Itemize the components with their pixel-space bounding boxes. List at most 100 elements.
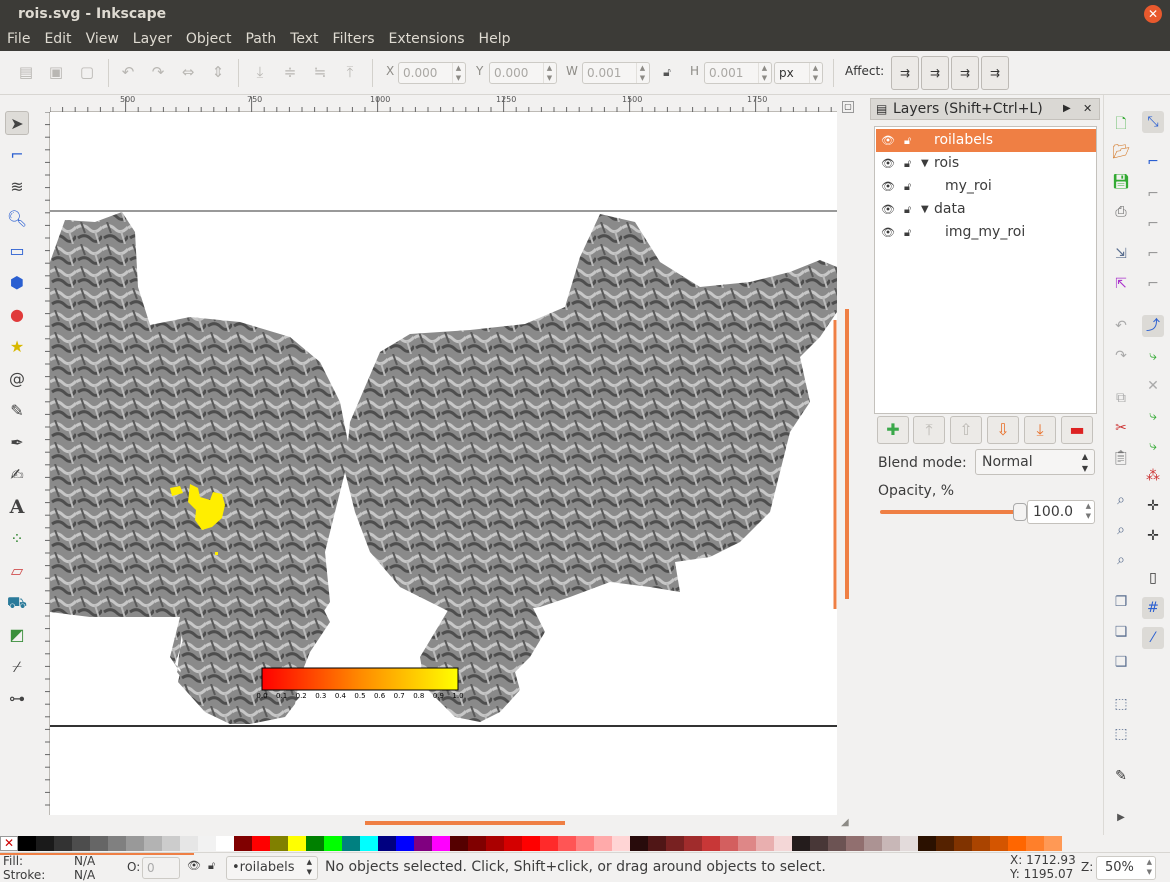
x-field[interactable]: 0.000 ▲ ▼ [398,62,466,84]
palette-swatch[interactable] [954,836,972,851]
flip-horizontal-icon[interactable]: ⇔ [178,62,198,82]
snap-nodes-icon[interactable]: ⤴ [1142,315,1164,337]
palette-swatch[interactable] [486,836,504,851]
layer-row-img-my-roi[interactable]: 👁︎ 🔓︎ img_my_roi [876,221,1096,244]
export-icon[interactable]: ⇱ [1110,273,1132,295]
layer-row-roilabels[interactable]: 👁︎ 🔓︎ roilabels [876,129,1096,152]
panel-close-icon[interactable]: ✕ [1083,99,1092,119]
layer-lock-icon[interactable]: 🔓︎ [208,859,215,873]
h-field[interactable]: 0.001 ▲ ▼ [704,62,772,84]
snap-bbox-midpoint-icon[interactable]: ⌐ [1142,243,1164,265]
drawing-canvas[interactable]: 0.0 0.1 0.2 0.3 0.4 0.5 0.6 0.7 0.8 0.9 1.0 [50,112,837,815]
rotate-ccw-icon[interactable]: ↶ [118,62,138,82]
more-commands-icon[interactable]: ▶ [1110,807,1132,829]
ungroup-icon[interactable]: ⬚ [1110,723,1132,745]
palette-swatch[interactable] [846,836,864,851]
raise-layer-button[interactable]: ⇧ [950,416,982,444]
palette-swatch[interactable] [198,836,216,851]
tweak-tool-icon[interactable]: ≋ [5,175,29,199]
palette-swatch[interactable] [594,836,612,851]
spin-arrows-icon[interactable]: ▲ ▼ [1147,857,1152,877]
palette-swatch[interactable] [756,836,774,851]
affect-patterns-button[interactable]: ⇉ [981,56,1009,90]
canvas-horizontal-scrollbar[interactable] [50,815,837,835]
import-icon[interactable]: ⇲ [1110,243,1132,265]
palette-swatch[interactable] [774,836,792,851]
palette-swatch[interactable] [990,836,1008,851]
snap-cusp-icon[interactable]: ⤷ [1142,405,1164,427]
cut-icon[interactable]: ✂ [1110,417,1132,439]
w-field[interactable]: 0.001 ▲ ▼ [582,62,650,84]
fill-stroke-icon[interactable]: ✎ [1110,765,1132,787]
snap-bbox-corner-icon[interactable]: ⌐ [1142,213,1164,235]
palette-swatch[interactable] [270,836,288,851]
menu-file[interactable]: File [0,28,37,51]
raise-to-top-button[interactable]: ⤒ [913,416,945,444]
palette-swatch[interactable] [576,836,594,851]
palette-swatch[interactable] [180,836,198,851]
snap-rotation-center-icon[interactable]: ✛ [1142,525,1164,547]
opacity-field[interactable]: 100.0 ▲ ▼ [1027,500,1095,524]
palette-swatch[interactable] [864,836,882,851]
expander-icon[interactable]: ▼ [921,198,929,221]
palette-swatch[interactable] [648,836,666,851]
connector-tool-icon[interactable]: ⊶ [5,687,29,711]
zoom-field[interactable]: 50% ▲ ▼ [1096,856,1156,880]
layer-row-data[interactable]: 👁︎ 🔓︎ ▼ data [876,198,1096,221]
lock-ratio-icon[interactable]: 🔓︎ [657,62,677,82]
layer-visibility-eye-icon[interactable]: 👁︎ [187,859,201,872]
palette-swatch[interactable] [324,836,342,851]
palette-swatch[interactable] [828,836,846,851]
spin-arrows-icon[interactable]: ▲ ▼ [1086,501,1091,521]
palette-swatch[interactable] [252,836,270,851]
undo-icon[interactable]: ↶ [1110,315,1132,337]
palette-swatch[interactable] [900,836,918,851]
vertical-scroll-thumb[interactable] [845,309,849,599]
pencil-tool-icon[interactable]: ✎ [5,399,29,423]
star-tool-icon[interactable]: ★ [5,335,29,359]
snap-bbox-center-icon[interactable]: ⌐ [1142,273,1164,295]
select-all-icon[interactable]: ▤ [16,62,36,82]
menu-path[interactable]: Path [238,28,283,51]
dropper-tool-icon[interactable]: ⌿ [5,655,29,679]
palette-swatch[interactable] [90,836,108,851]
palette-swatch[interactable] [468,836,486,851]
palette-swatch[interactable] [378,836,396,851]
zoom-corner-icon[interactable]: ▢ [842,101,854,113]
menu-text[interactable]: Text [283,28,325,51]
rotate-cw-icon[interactable]: ↷ [148,62,168,82]
gradient-tool-icon[interactable]: ◩ [5,623,29,647]
palette-swatch[interactable] [720,836,738,851]
window-close-button[interactable]: ✕ [1144,5,1162,23]
palette-swatch[interactable] [72,836,90,851]
lock-open-icon[interactable]: 🔓︎ [904,129,911,152]
visibility-eye-icon[interactable]: 👁︎ [881,221,895,244]
snap-page-icon[interactable]: ▯ [1142,567,1164,589]
unit-select[interactable]: px ▲ ▼ [774,62,823,84]
palette-swatch[interactable] [540,836,558,851]
flip-vertical-icon[interactable]: ⇕ [208,62,228,82]
zoom-tool-icon[interactable]: 🔍︎ [5,207,29,231]
pen-tool-icon[interactable]: ✒ [5,431,29,455]
lock-open-icon[interactable]: 🔓︎ [904,175,911,198]
palette-swatch[interactable] [288,836,306,851]
affect-gradients-button[interactable]: ⇉ [951,56,979,90]
palette-swatch[interactable] [810,836,828,851]
layer-row-my-roi[interactable]: 👁︎ 🔓︎ my_roi [876,175,1096,198]
menu-object[interactable]: Object [179,28,239,51]
rectangle-tool-icon[interactable]: ▭ [5,239,29,263]
visibility-eye-icon[interactable]: 👁︎ [881,198,895,221]
palette-swatch[interactable] [108,836,126,851]
add-layer-button[interactable]: ✚ [877,416,909,444]
palette-swatch[interactable] [612,836,630,851]
snap-bbox-icon[interactable]: ⌐ [1142,151,1164,173]
snap-paths-icon[interactable]: ⤷ [1142,345,1164,367]
new-document-icon[interactable]: 🗋︎ [1110,113,1132,135]
panel-menu-icon[interactable]: ▶ [1063,99,1071,119]
spray-tool-icon[interactable]: ⁘ [5,527,29,551]
palette-swatch[interactable] [684,836,702,851]
lock-open-icon[interactable]: 🔓︎ [904,152,911,175]
snap-grid-icon[interactable]: # [1142,597,1164,619]
snap-centers-icon[interactable]: ✛ [1142,495,1164,517]
affect-stroke-width-button[interactable]: ⇉ [891,56,919,90]
